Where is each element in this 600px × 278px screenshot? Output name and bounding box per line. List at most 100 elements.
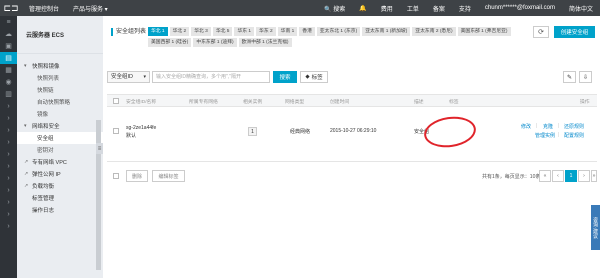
region-tab[interactable]: 亚太东南 1 (新加坡) — [362, 27, 411, 36]
sidebar-group-snapshots[interactable]: ▾ 快照和镜像 — [17, 60, 103, 72]
feedback-tab[interactable]: 咨询·建议 — [591, 205, 600, 250]
sidebar-item-logs[interactable]: 操作日志 — [17, 204, 103, 216]
sidebar-item-snapshot-chain[interactable]: 快照链 — [17, 84, 103, 96]
fees-link[interactable]: 费用 — [374, 4, 400, 13]
console-link[interactable]: 管理控制台 — [22, 4, 66, 13]
sidebar-link-vpc[interactable]: ↗ 专有网络 VPC — [17, 156, 103, 168]
sidebar-item-snapshot-list[interactable]: 快照列表 — [17, 72, 103, 84]
pager-first[interactable]: « — [539, 170, 551, 182]
delete-button[interactable]: 删除 — [126, 170, 148, 182]
expand-icon[interactable]: › — [0, 208, 17, 220]
region-tabs: 华北 1 华北 2 华北 3 华北 5 华东 1 华东 2 华南 1 香港 亚太… — [148, 27, 518, 47]
external-link-icon: ↗ — [24, 171, 29, 177]
region-tab[interactable]: 华北 5 — [212, 27, 233, 36]
sidebar-item-auto-snapshot[interactable]: 自动快照策略 — [17, 96, 103, 108]
sidebar-item-images[interactable]: 镜像 — [17, 108, 103, 120]
region-tab[interactable]: 华南 1 — [277, 27, 298, 36]
select-all-checkbox[interactable] — [113, 98, 119, 104]
pager-next[interactable]: › — [578, 170, 590, 182]
menu-icon[interactable]: ≡ — [0, 16, 17, 28]
server-icon[interactable]: ▤ — [0, 52, 17, 64]
user-account[interactable]: chunm******@foxmail.com — [478, 5, 562, 11]
pager-prev[interactable]: ‹ — [552, 170, 564, 182]
expand-icon[interactable]: › — [0, 172, 17, 184]
sidebar-link-eip[interactable]: ↗ 弹性公网 IP — [17, 168, 103, 180]
region-tab[interactable]: 亚太东南 2 (悉尼) — [412, 27, 456, 36]
search-input[interactable]: 输入安全组ID精确查询，多个用","隔开 — [152, 71, 270, 83]
security-group-id[interactable]: sg-2ze1a44fe — [126, 125, 156, 131]
region-tab[interactable]: 中东东部 1 (迪拜) — [193, 38, 237, 47]
external-link-icon: ↗ — [24, 159, 29, 165]
footer-select-checkbox[interactable] — [113, 173, 119, 179]
expand-icon[interactable]: › — [0, 160, 17, 172]
filter-select[interactable]: 安全组ID ▾ — [107, 71, 150, 83]
related-instances-count[interactable]: 1 — [248, 127, 257, 136]
manage-instances-link[interactable]: 管理实例 — [535, 132, 555, 139]
clone-link[interactable]: 克隆 — [543, 123, 553, 130]
external-link-icon: ↗ — [24, 183, 29, 189]
expand-icon[interactable]: › — [0, 220, 17, 232]
region-tab[interactable]: 华北 2 — [169, 27, 190, 36]
expand-icon[interactable]: › — [0, 112, 17, 124]
edit-link[interactable]: 修改 — [521, 123, 531, 130]
pager-current[interactable]: 1 — [565, 170, 577, 182]
tag-filter-button[interactable]: ◆ 标签 — [300, 71, 328, 83]
edit-tags-button[interactable]: 编辑标签 — [152, 170, 185, 182]
expand-icon[interactable]: › — [0, 124, 17, 136]
pager-last[interactable]: » — [591, 170, 597, 182]
region-tab[interactable]: 美国东部 1 (弗吉尼亚) — [457, 27, 511, 36]
table-footer: 删除 编辑标签 共有1条，每页显示：10条 « ‹ 1 › » — [107, 167, 597, 185]
expand-icon[interactable]: › — [0, 196, 17, 208]
refresh-button[interactable]: ⟳ — [533, 26, 549, 38]
language-switch[interactable]: 简体中文 — [562, 4, 600, 13]
divider: | — [558, 132, 560, 138]
sidebar-item-tags[interactable]: 标签管理 — [17, 192, 103, 204]
database-icon[interactable]: ◉ — [0, 76, 17, 88]
divider: | — [558, 123, 560, 129]
search-button[interactable]: 搜索 — [273, 71, 297, 83]
tag-icon: ◆ — [305, 74, 310, 80]
region-tab[interactable]: 亚太东北 1 (东京) — [316, 27, 361, 36]
aliyun-logo-icon[interactable]: ⊏⊐ — [0, 0, 22, 16]
support-link[interactable]: 支持 — [452, 4, 478, 13]
expand-icon[interactable]: › — [0, 100, 17, 112]
chart-icon[interactable]: ▥ — [0, 88, 17, 100]
region-tab[interactable]: 华北 3 — [191, 27, 211, 36]
region-tab[interactable]: 华东 1 — [234, 27, 255, 36]
search-link[interactable]: 🔍 搜索 — [317, 4, 352, 13]
expand-icon[interactable]: › — [0, 136, 17, 148]
sidebar-item-keypairs[interactable]: 密钥对 — [17, 144, 103, 156]
beian-link[interactable]: 备案 — [426, 4, 452, 13]
refresh-icon: ⟳ — [538, 29, 544, 36]
expand-icon[interactable]: › — [0, 184, 17, 196]
region-tab[interactable]: 华北 1 — [148, 27, 168, 36]
sidebar-item-security-groups[interactable]: 安全组 — [17, 132, 103, 144]
tickets-link[interactable]: 工单 — [400, 4, 426, 13]
sidebar-group-network[interactable]: ▾ 网络和安全 — [17, 120, 103, 132]
col-header: 标签 — [449, 100, 459, 105]
download-icon[interactable]: ⇩ — [579, 71, 592, 83]
row-checkbox[interactable] — [113, 128, 119, 134]
region-tab[interactable]: 美国西部 1 (硅谷) — [148, 38, 192, 47]
col-header: 操作 — [580, 100, 590, 105]
expand-icon[interactable]: › — [0, 148, 17, 160]
chevron-down-icon: ▾ — [24, 123, 27, 129]
chevron-down-icon: ▾ — [143, 74, 146, 80]
folder-icon[interactable]: ▣ — [0, 40, 17, 52]
sidebar-link-slb[interactable]: ↗ 负载均衡 — [17, 180, 103, 192]
region-tab[interactable]: 华东 2 — [256, 27, 276, 36]
col-header: 安全组ID/名称 — [126, 100, 157, 105]
sidebar-header: 云服务器 ECS — [17, 16, 103, 54]
bell-icon[interactable]: 🔔 — [352, 5, 373, 12]
main-content: 安全组列表 华北 1 华北 2 华北 3 华北 5 华东 1 华东 2 华南 1… — [103, 16, 600, 278]
restore-rules-link[interactable]: 还原规则 — [564, 123, 584, 130]
region-tab[interactable]: 欧洲中部 1 (法兰克福) — [238, 38, 292, 47]
configure-rules-link[interactable]: 配置规则 — [564, 132, 584, 139]
cloud-icon[interactable]: ☁ — [0, 28, 17, 40]
create-security-group-button[interactable]: 创建安全组 — [554, 26, 595, 38]
region-tab[interactable]: 香港 — [299, 27, 315, 36]
collapse-sidebar-icon[interactable]: ≡ — [96, 143, 103, 154]
settings-tool-icon[interactable]: ✎ — [563, 71, 576, 83]
grid-icon[interactable]: ▦ — [0, 64, 17, 76]
products-menu[interactable]: 产品与服务 ▾ — [66, 4, 115, 13]
